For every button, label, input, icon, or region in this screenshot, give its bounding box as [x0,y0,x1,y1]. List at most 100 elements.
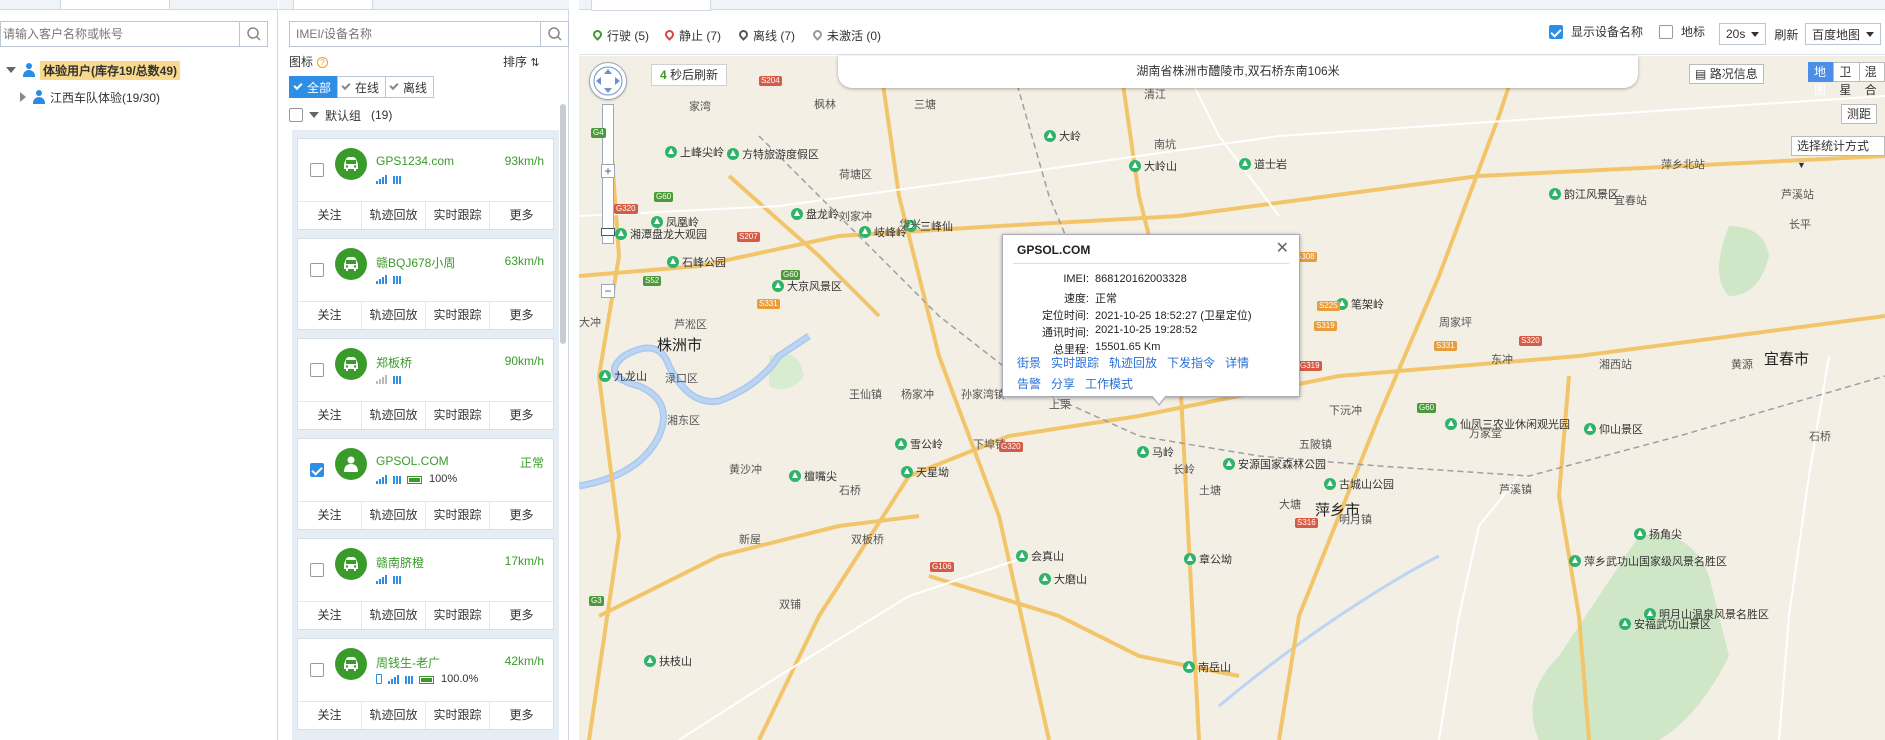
poi-marker[interactable]: 仙凤三农业休闲观光园 [1445,416,1570,432]
popup-action-link[interactable]: 实时跟踪 [1051,354,1099,371]
device-name[interactable]: GPS1234.com [376,154,454,168]
device-name[interactable]: GPSOL.COM [376,454,449,468]
customer-search-input[interactable] [1,22,237,46]
device-action-track[interactable]: 实时跟踪 [426,202,490,229]
legend-offline[interactable]: 离线 (7) [739,27,795,44]
group-header[interactable]: 默认组 (19) [289,105,392,125]
device-action-track[interactable]: 实时跟踪 [426,702,490,729]
device-name[interactable]: 赣南脐橙 [376,554,424,571]
help-icon[interactable]: ? [317,57,329,69]
poi-marker[interactable]: 仰山景区 [1584,421,1643,437]
filter-online-button[interactable]: 在线 [337,76,387,98]
device-card[interactable]: GPSOL.COM 正常 100% 关注 轨迹回放 实时跟踪 更多 [297,438,554,530]
sort-control[interactable]: 排序 ⇅ [503,53,540,70]
poi-marker[interactable]: 方特旅游度假区 [727,146,819,162]
traffic-button[interactable]: ▤ 路况信息 [1689,64,1764,84]
tab-map-mode[interactable] [591,0,711,11]
map-provider-select[interactable]: 百度地图 [1805,23,1882,45]
device-action-follow[interactable]: 关注 [298,602,362,629]
device-action-more[interactable]: 更多 [490,302,553,329]
poi-marker[interactable]: 檀嘴尖 [789,468,837,484]
device-action-playback[interactable]: 轨迹回放 [362,402,426,429]
poi-marker[interactable]: 湘潭盘龙大观园 [615,226,707,242]
device-action-more[interactable]: 更多 [490,502,553,529]
device-search-input[interactable] [290,22,538,46]
tree-node-label[interactable]: 江西车队体验(19/30) [50,89,160,106]
poi-marker[interactable]: 萍乡武功山国家级风景名胜区 [1569,553,1727,569]
zoom-knob[interactable] [601,228,615,236]
popup-action-link[interactable]: 下发指令 [1167,354,1215,371]
device-card[interactable]: 赣南脐橙 17km/h 关注 轨迹回放 实时跟踪 更多 [297,538,554,630]
device-name[interactable]: 周钱生-老广 [376,654,440,671]
device-action-track[interactable]: 实时跟踪 [426,302,490,329]
device-action-playback[interactable]: 轨迹回放 [362,302,426,329]
popup-action-link[interactable]: 分享 [1051,375,1075,392]
device-card[interactable]: 周钱生-老广 42km/h 100.0% 关注 轨迹回放 实时跟踪 更多 [297,638,554,730]
customer-tab[interactable] [60,0,170,10]
device-action-follow[interactable]: 关注 [298,202,362,229]
tree-node-label[interactable]: 体验用户(库存19/总数49) [40,60,181,80]
map-canvas[interactable]: 湖南省株洲市醴陵市,双石桥东南106米 4 秒后刷新 + − ▤ 路况信息 地图… [579,56,1885,740]
device-card[interactable]: GPS1234.com 93km/h 关注 轨迹回放 实时跟踪 更多 [297,138,554,230]
pan-control[interactable] [589,62,627,100]
popup-action-link[interactable]: 轨迹回放 [1109,354,1157,371]
poi-marker[interactable]: 安源国家森林公园 [1223,456,1326,472]
device-action-playback[interactable]: 轨迹回放 [362,202,426,229]
show-name-toggle[interactable]: 显示设备名称 [1549,23,1643,40]
device-checkbox[interactable] [310,163,324,177]
poi-marker[interactable]: 大磨山 [1039,571,1087,587]
tree-node-child[interactable]: 江西车队体验(19/30) [14,86,160,108]
device-card[interactable]: 郑板桥 90km/h 关注 轨迹回放 实时跟踪 更多 [297,338,554,430]
device-action-follow[interactable]: 关注 [298,502,362,529]
device-action-playback[interactable]: 轨迹回放 [362,602,426,629]
poi-marker[interactable]: 上峰尖岭 [665,144,724,160]
poi-marker[interactable]: 石峰公园 [667,254,726,270]
filter-offline-button[interactable]: 离线 [385,76,435,98]
device-action-more[interactable]: 更多 [490,602,553,629]
legend-stopped[interactable]: 静止 (7) [665,27,721,44]
poi-marker[interactable]: 大岭 [1044,128,1081,144]
poi-marker[interactable]: 天星坳 [901,464,949,480]
poi-marker[interactable]: 大京风景区 [772,278,842,294]
device-action-more[interactable]: 更多 [490,202,553,229]
device-name[interactable]: 赣BQJ678小周 [376,254,455,271]
popup-action-link[interactable]: 工作模式 [1085,375,1133,392]
poi-marker[interactable]: 扶枝山 [644,653,692,669]
measure-button[interactable]: 测距 [1841,104,1878,124]
poi-marker[interactable]: 古城山公园 [1324,476,1394,492]
expand-arrow-icon[interactable] [20,92,26,102]
poi-marker[interactable]: 九龙山 [599,368,647,384]
device-list-scrollbar[interactable] [560,104,566,344]
refresh-label[interactable]: 刷新 [1774,26,1798,43]
poi-marker[interactable]: 扬角尖 [1634,526,1682,542]
device-action-track[interactable]: 实时跟踪 [426,402,490,429]
poi-marker[interactable]: 雪公岭 [895,436,943,452]
map-type-satellite[interactable]: 卫星 [1833,62,1860,97]
popup-action-link[interactable]: 告警 [1017,375,1041,392]
poi-marker[interactable]: 会真山 [1016,548,1064,564]
device-checkbox[interactable] [310,263,324,277]
device-action-more[interactable]: 更多 [490,402,553,429]
search-icon[interactable] [540,22,568,46]
collapse-arrow-icon[interactable] [309,112,319,118]
poi-marker[interactable]: 马岭 [1137,444,1174,460]
popup-action-link[interactable]: 详情 [1225,354,1249,371]
landmark-toggle[interactable]: 地标 [1659,23,1705,40]
device-action-follow[interactable]: 关注 [298,302,362,329]
device-action-more[interactable]: 更多 [490,702,553,729]
device-card[interactable]: 赣BQJ678小周 63km/h 关注 轨迹回放 实时跟踪 更多 [297,238,554,330]
device-tab[interactable] [293,0,373,10]
landmark-checkbox[interactable] [1659,24,1673,39]
map-type-hybrid[interactable]: 混合 [1858,62,1885,97]
poi-marker[interactable]: 大岭山 [1129,158,1177,174]
poi-marker[interactable]: 安福武功山景区 [1619,616,1711,632]
map-type-map[interactable]: 地图 [1808,62,1835,97]
tree-node-root[interactable]: 体验用户(库存19/总数49) [0,59,181,81]
zoom-out-button[interactable]: − [601,284,615,298]
interval-select[interactable]: 20s [1719,23,1767,45]
device-action-playback[interactable]: 轨迹回放 [362,502,426,529]
legend-inactive[interactable]: 未激活 (0) [813,27,881,44]
legend-moving[interactable]: 行驶 (5) [593,27,649,44]
device-action-follow[interactable]: 关注 [298,402,362,429]
search-icon[interactable] [239,22,267,46]
